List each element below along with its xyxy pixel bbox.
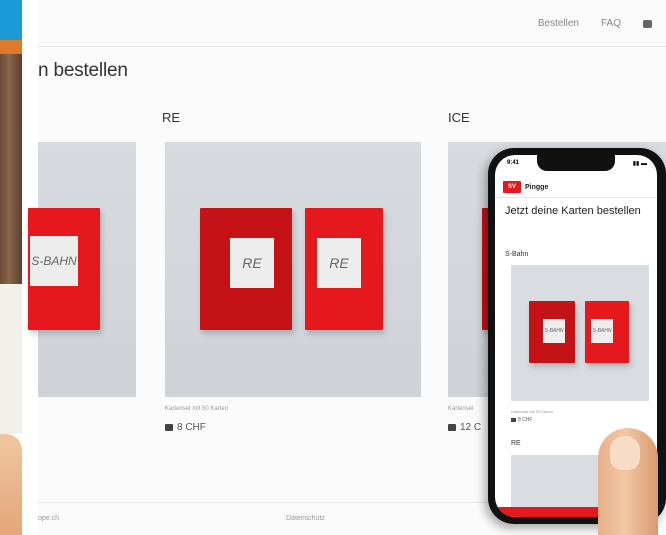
cart-icon	[165, 424, 173, 431]
phone-notch	[537, 155, 615, 171]
fingernail	[610, 436, 640, 470]
box-label-text: RE	[242, 255, 262, 271]
product-image-sbahn[interactable]: S-BAHN	[28, 142, 136, 397]
product-caption: Kartenset mit 50 Karten	[165, 406, 229, 412]
phone-category-label-2: RE	[511, 440, 521, 447]
footer-privacy-link[interactable]: Datenschutz	[286, 515, 325, 522]
phone-product-caption: Kartenset mit 50 Karten	[511, 409, 554, 414]
photo-light-area	[0, 284, 22, 434]
phone-category-label: S-Bahn	[505, 251, 529, 258]
phone-page-title: Jetzt deine Karten bestellen	[505, 205, 641, 217]
footer-left[interactable]: ope.ch	[38, 515, 59, 522]
nav-link-bestellen[interactable]: Bestellen	[538, 18, 579, 29]
brand-name: Pingge	[525, 183, 549, 191]
box-label-text: S-BAHN	[592, 328, 612, 334]
box-label-text: RE	[329, 255, 349, 271]
price-text: 8 CHF	[518, 417, 533, 423]
box-label: RE	[317, 238, 361, 288]
product-price[interactable]: 12 C	[448, 422, 481, 433]
product-box: S-BAHN	[585, 301, 629, 363]
cart-icon	[511, 418, 516, 422]
box-label: S-BAHN	[30, 236, 78, 286]
phone-product-image[interactable]: S-BAHN S-BAHN	[511, 265, 649, 401]
phone-product-price[interactable]: 8 CHF	[511, 417, 532, 423]
photo-wood-area	[0, 54, 22, 284]
product-label-ice: ICE	[448, 110, 470, 125]
phone-header: SV Pingge	[503, 181, 548, 193]
product-caption: Kartenset	[448, 406, 474, 412]
box-label: S-BAHN	[543, 319, 565, 343]
box-label: S-BAHN	[591, 319, 613, 343]
top-navigation: Bestellen FAQ	[538, 18, 652, 29]
finger	[598, 428, 658, 535]
box-label-text: S-BAHN	[544, 328, 564, 334]
product-label-re: RE	[162, 110, 181, 125]
status-time: 9:41	[507, 160, 520, 166]
photo-blue-area	[0, 0, 22, 40]
nav-link-faq[interactable]: FAQ	[601, 18, 621, 29]
product-box: RE	[200, 208, 292, 330]
page-title: n bestellen	[38, 60, 128, 81]
product-price[interactable]: 8 CHF	[165, 422, 206, 433]
brand-logo[interactable]: SV	[503, 181, 521, 193]
product-image-re[interactable]: RE RE	[165, 142, 421, 397]
status-icons: ▮▮ ▬	[632, 161, 647, 167]
product-box: S-BAHN	[28, 208, 100, 330]
price-text: 8 CHF	[177, 422, 206, 433]
background-photo	[0, 0, 22, 535]
product-box: RE	[305, 208, 383, 330]
box-label-text: S-BAHN	[31, 254, 77, 268]
photo-hand-area	[0, 434, 22, 535]
price-text: 12 C	[460, 422, 482, 433]
box-label: RE	[230, 238, 274, 288]
photo-orange-area	[0, 40, 22, 54]
cart-icon[interactable]	[643, 19, 652, 28]
product-box: S-BAHN	[529, 301, 575, 363]
cart-icon	[448, 424, 456, 431]
phone-header-divider	[495, 197, 657, 198]
nav-divider	[38, 46, 666, 47]
